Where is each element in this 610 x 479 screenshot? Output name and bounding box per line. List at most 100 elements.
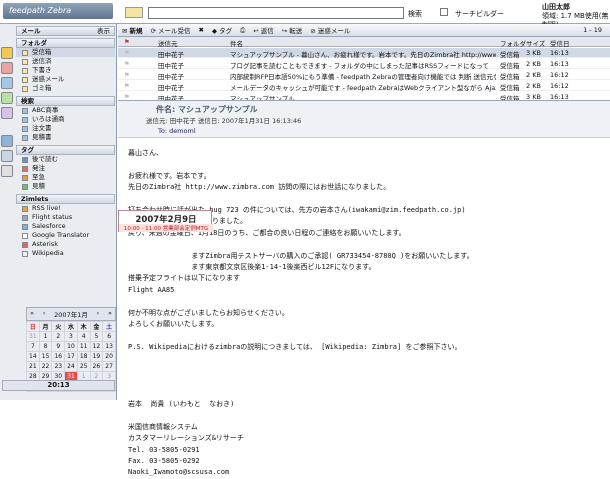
- options-icon[interactable]: [1, 150, 13, 162]
- tag-icon: [22, 174, 28, 181]
- new-label: 新規: [129, 27, 143, 35]
- calendar-day[interactable]: 24: [64, 361, 78, 372]
- mail-app-icon[interactable]: [1, 47, 13, 59]
- calendar-day[interactable]: 7: [26, 341, 40, 352]
- table-row[interactable]: ⚑ 田中花子 ブログ記事を読むこともできます - フォルダの中にしまった記事はRSS…: [118, 59, 610, 70]
- calendar-day[interactable]: 22: [38, 361, 53, 372]
- search-header[interactable]: 検索: [16, 96, 115, 106]
- calendar-day[interactable]: 23: [51, 361, 66, 372]
- calendar-day[interactable]: 2: [51, 331, 66, 342]
- folder-header[interactable]: フォルダ: [16, 38, 115, 48]
- table-row[interactable]: ⚑ 田中花子 メールデータのキャッシュが可能です - feedpath Zebraは…: [118, 81, 610, 92]
- delete-icon[interactable]: ✖: [199, 26, 204, 34]
- calendar-day[interactable]: 26: [89, 361, 104, 372]
- calendar-day[interactable]: 20: [102, 351, 116, 362]
- saved-search-item[interactable]: ABC商事: [16, 106, 115, 115]
- notebook-icon[interactable]: [1, 107, 13, 119]
- prev-year-button[interactable]: «: [30, 309, 34, 319]
- next-year-button[interactable]: »: [108, 309, 112, 319]
- view-menu[interactable]: 表示: [97, 27, 114, 35]
- flag-column-icon[interactable]: ⚑: [124, 38, 130, 46]
- calendar-day[interactable]: 9: [51, 341, 66, 352]
- new-button[interactable]: ✉ 新規: [122, 25, 143, 35]
- weekday-label: 木: [76, 321, 91, 332]
- zimlet-item[interactable]: RSS live!: [16, 204, 115, 213]
- search-builder-button[interactable]: サーチビルダー: [455, 9, 504, 19]
- tasks-icon[interactable]: [1, 92, 13, 104]
- calendar-day[interactable]: 27: [102, 361, 116, 372]
- calendar-day[interactable]: 1: [38, 331, 53, 342]
- col-from[interactable]: 送信元: [158, 38, 178, 48]
- calendar-day[interactable]: 25: [76, 361, 91, 372]
- to-line[interactable]: To: demoml: [158, 127, 196, 135]
- tag-header[interactable]: タグ: [16, 145, 115, 155]
- calendar-day[interactable]: 11: [76, 341, 91, 352]
- tag-menu-button[interactable]: ◆ タグ: [212, 25, 232, 35]
- tag-item[interactable]: 発注: [16, 164, 115, 173]
- folder-label: 受信箱: [32, 48, 52, 56]
- search-input[interactable]: [148, 7, 404, 19]
- calendar-day[interactable]: 19: [89, 351, 104, 362]
- calendar-day[interactable]: 18: [76, 351, 91, 362]
- table-row[interactable]: ⚑ 田中花子 内部統制RFP日本語50%にもう準備 - feedpath Zebra…: [118, 70, 610, 81]
- envelope-icon[interactable]: [125, 7, 143, 18]
- tag-label: 至急: [32, 173, 45, 181]
- mail-header: メール 表示: [16, 26, 115, 36]
- calendar-day[interactable]: 3: [64, 331, 78, 342]
- print-icon[interactable]: ⎙: [240, 26, 245, 35]
- col-subject[interactable]: 件名: [230, 38, 243, 48]
- folder-drafts[interactable]: 下書き: [16, 66, 115, 75]
- tag-item[interactable]: 至急: [16, 173, 115, 182]
- calendar-day[interactable]: 10: [64, 341, 78, 352]
- folder-junk[interactable]: 迷惑メール: [16, 75, 115, 84]
- next-month-button[interactable]: ›: [97, 309, 100, 319]
- calendar-day[interactable]: 15: [38, 351, 53, 362]
- top-bar: feedpath Zebra 検索 サーチビルダー 山田太郎 領域: 1.7 M…: [0, 0, 610, 29]
- zimlet-item[interactable]: Asterisk: [16, 240, 115, 249]
- calendar-day[interactable]: 13: [102, 341, 116, 352]
- zimlet-item[interactable]: Google Translator: [16, 231, 115, 240]
- zimlet-item[interactable]: Salesforce: [16, 222, 115, 231]
- calendar-day[interactable]: 12: [89, 341, 104, 352]
- saved-search-item[interactable]: いろは通商: [16, 115, 115, 124]
- calendar-app-icon[interactable]: [1, 77, 13, 89]
- calendar-day[interactable]: 31: [26, 331, 40, 342]
- tag-label: 後で読む: [32, 155, 58, 163]
- saved-search-item[interactable]: 注文書: [16, 124, 115, 133]
- save-search-icon[interactable]: [440, 8, 448, 16]
- tag-item[interactable]: 後で読む: [16, 155, 115, 164]
- col-size[interactable]: サイズ: [526, 38, 545, 48]
- search-button[interactable]: 検索: [408, 9, 422, 19]
- get-mail-button[interactable]: ⟳ メール受信: [151, 25, 191, 35]
- folder-inbox[interactable]: 受信箱: [16, 48, 115, 57]
- col-folder[interactable]: フォルダ: [500, 38, 526, 48]
- table-row[interactable]: ⚑ 田中花子 マシュアップサンプル - 暮山さん、お疲れ様です。岩本です。先日のZi…: [118, 48, 610, 59]
- zimlet-item[interactable]: Flight status: [16, 213, 115, 222]
- address-book-icon[interactable]: [1, 62, 13, 74]
- calendar-day[interactable]: 8: [38, 341, 53, 352]
- calendar-day[interactable]: 5: [89, 331, 104, 342]
- saved-search-item[interactable]: 見積書: [16, 133, 115, 142]
- help-icon[interactable]: [1, 135, 13, 147]
- tag-menu-label: タグ: [219, 27, 233, 35]
- calendar-day[interactable]: 14: [26, 351, 40, 362]
- calendar-day[interactable]: 16: [51, 351, 66, 362]
- tag-item[interactable]: 見積: [16, 182, 115, 191]
- calendar-day[interactable]: 6: [102, 331, 116, 342]
- row-from: 田中花子: [158, 73, 184, 81]
- forward-button[interactable]: ↪ 転送: [282, 25, 303, 35]
- calendar-day[interactable]: 21: [26, 361, 40, 372]
- folder-sent[interactable]: 送信済: [16, 57, 115, 66]
- prev-month-button[interactable]: ‹: [43, 309, 46, 319]
- zimlet-header[interactable]: Zimlets: [16, 194, 115, 204]
- folder-trash[interactable]: ゴミ箱: [16, 84, 115, 93]
- calendar-day[interactable]: 17: [64, 351, 78, 362]
- pager[interactable]: 1 - 19: [583, 26, 610, 34]
- tag-icon: [22, 165, 28, 172]
- col-received[interactable]: 受信日: [550, 38, 570, 48]
- calendar-day[interactable]: 4: [76, 331, 91, 342]
- briefcase-icon[interactable]: [1, 165, 13, 177]
- reply-button[interactable]: ↩ 返信: [253, 25, 274, 35]
- zimlet-item[interactable]: Wikipedia: [16, 249, 115, 258]
- junk-button[interactable]: ⊘ 迷惑メール: [310, 25, 350, 35]
